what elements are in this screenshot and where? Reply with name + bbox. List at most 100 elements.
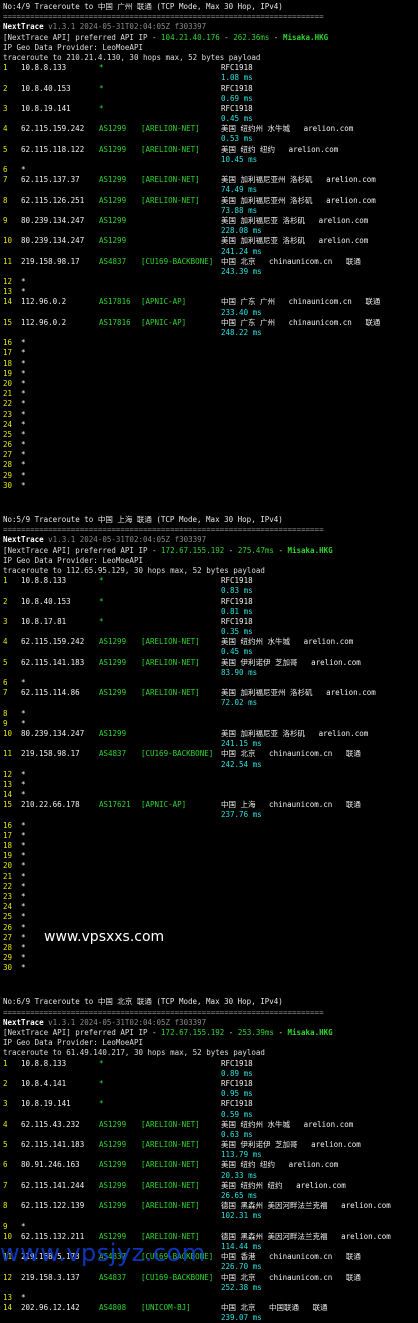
hop-latency-row: 0.83 ms — [3, 586, 415, 596]
api-info: [NextTrace API] preferred API IP - 104.2… — [3, 33, 328, 43]
hop-ip: 10.8.4.141 — [21, 1078, 67, 1088]
hop-geo: 美国 纽约州 水牛城 arelion.com — [221, 637, 354, 647]
hop-network-tag: [UNICOM-BJ] — [141, 1303, 191, 1313]
hop-latency: 10.45 ms — [221, 154, 258, 164]
api-line: [NextTrace API] preferred API IP - 172.6… — [3, 1028, 415, 1038]
hop-row: 8 62.115.122.139 AS1299 [ARELION-NET] 德国 黑森州… — [3, 1201, 415, 1211]
hop-geo: 美国 加利福尼亚州 洛杉矶 arelion.com — [221, 195, 376, 205]
nexttrace-version: v1.3.1 2024-05-31T02:04:05Z f303397 — [48, 22, 207, 32]
hop-network-tag: [ARELION-NET] — [141, 1119, 200, 1129]
hop-row: 14 * — [3, 790, 415, 800]
hop-geo: 美国 纽约 纽约 arelion.com — [221, 1160, 339, 1170]
hop-geo: RFC1918 — [221, 576, 253, 586]
trace-title-line: No:5/9 Traceroute to 中国 上海 联通 (TCP Mode,… — [3, 515, 415, 525]
hop-latency: 26.65 ms — [221, 1191, 258, 1200]
hop-latency: 233.40 ms — [221, 307, 262, 317]
hop-ip: 62.115.118.122 — [21, 144, 85, 154]
hop-ip: * — [21, 922, 26, 932]
api-dash2: - — [269, 32, 283, 42]
nexttrace-name: NextTrace — [3, 535, 44, 545]
hop-geo: 中国 北京 chinaunicom.cn 联通 — [221, 1272, 361, 1282]
hop-row: 9 80.239.134.247 AS1299 美国 加利福尼亚 洛杉矶 arelio… — [3, 216, 415, 226]
hop-row: 7 62.115.137.37 AS1299 [ARELION-NET] 美国 加利福尼… — [3, 175, 415, 185]
hop-ip: * — [21, 871, 26, 881]
api-dash: - — [219, 32, 234, 42]
trace-title-line: No:4/9 Traceroute to 中国 广州 联通 (TCP Mode,… — [3, 2, 415, 12]
hop-ip: * — [21, 881, 26, 891]
hop-latency-row: 73.88 ms — [3, 206, 415, 216]
hop-row: 12 * — [3, 770, 415, 780]
hop-row: 9 * — [3, 1222, 415, 1232]
hop-geo: 中国 香港 chinaunicom.cn 联通 — [221, 1252, 361, 1262]
hop-latency: 83.90 ms — [221, 667, 258, 677]
hop-number: 20 — [3, 378, 13, 388]
hop-latency: 74.49 ms — [221, 185, 258, 195]
hop-row: 16 * — [3, 338, 415, 348]
hop-geo: 中国 广东 广州 chinaunicom.cn 联通 — [221, 297, 381, 307]
hop-ip: 10.8.17.81 — [21, 616, 67, 626]
hop-row: 2 10.8.40.153 * RFC1918 — [3, 597, 415, 607]
hop-number: 6 — [3, 1160, 8, 1170]
hop-ip: 80.239.134.247 — [21, 236, 85, 246]
hop-number: 17 — [3, 830, 13, 840]
hop-row: 23 * — [3, 892, 415, 902]
hop-row: 22 * — [3, 882, 415, 892]
nexttrace-version: v1.3.1 2024-05-31T02:04:05Z f303397 — [48, 1017, 207, 1027]
hop-ip: 10.8.8.133 — [21, 63, 67, 73]
hop-latency-row: 0.35 ms — [3, 627, 415, 637]
hop-number: 9 — [3, 215, 8, 225]
hop-asn: * — [99, 1099, 104, 1109]
hop-number: 3 — [3, 103, 8, 113]
hop-network-tag: [APNIC-AP] — [141, 297, 187, 307]
api-dash2: - — [273, 545, 288, 555]
hop-ip: * — [21, 769, 26, 779]
hop-asn: AS1299 — [99, 175, 127, 185]
hop-number: 19 — [3, 368, 13, 378]
trace-title: No:5/9 Traceroute to 中国 上海 联通 (TCP Mode,… — [3, 515, 283, 524]
hop-number: 28 — [3, 942, 13, 952]
hop-ip: 210.22.66.178 — [21, 800, 80, 810]
hop-latency-row: 72.02 ms — [3, 698, 415, 708]
hop-geo: RFC1918 — [221, 83, 253, 93]
hop-geo: 美国 加利福尼亚 洛杉矶 arelion.com — [221, 236, 369, 246]
hop-ip: * — [21, 165, 26, 174]
hop-row: 25 * — [3, 912, 415, 922]
api-info: [NextTrace API] preferred API IP - 172.6… — [3, 546, 333, 556]
hop-geo: 德国 黑森州 美因河畔法兰克福 arelion.com — [221, 1231, 391, 1241]
hop-latency-row: 20.33 ms — [3, 1171, 415, 1181]
hop-ip: * — [21, 358, 26, 368]
separator-line: ========================================… — [3, 12, 415, 22]
hop-latency-row: 0.59 ms — [3, 1110, 415, 1120]
nexttrace-name: NextTrace — [3, 1017, 44, 1027]
hop-geo: 美国 加利福尼亚州 洛杉矶 arelion.com — [221, 175, 376, 185]
hop-row: 13 * — [3, 1293, 415, 1303]
watermark-small: www.vpsxxs.com — [44, 929, 165, 945]
hop-number: 2 — [3, 596, 8, 606]
hop-latency-row: 0.95 ms — [3, 1089, 415, 1099]
hop-geo: 美国 纽约州 纽约 arelion.com — [221, 1180, 346, 1190]
api-line: [NextTrace API] preferred API IP - 172.6… — [3, 546, 415, 556]
hop-row: 20 * — [3, 379, 415, 389]
nexttrace-banner: NextTrace v1.3.1 2024-05-31T02:04:05Z f3… — [3, 535, 206, 545]
hop-ip: * — [21, 820, 26, 830]
hop-network-tag: [APNIC-AP] — [141, 800, 187, 810]
hop-row: 3 10.8.19.141 * RFC1918 — [3, 1099, 415, 1109]
hop-number: 16 — [3, 338, 13, 348]
hop-network-tag: [CU169-BACKBONE] — [141, 1272, 214, 1282]
terminal-output: No:4/9 Traceroute to 中国 广州 联通 (TCP Mode,… — [3, 2, 415, 1323]
hop-ip: * — [21, 718, 26, 728]
hop-ip: 62.115.122.139 — [21, 1201, 85, 1211]
hop-row: 9 * — [3, 719, 415, 729]
hop-latency: 0.89 ms — [221, 1068, 253, 1078]
hop-ip: * — [21, 779, 26, 789]
trace-title: No:6/9 Traceroute to 中国 北京 联通 (TCP Mode,… — [3, 997, 283, 1007]
hop-latency-row: 0.45 ms — [3, 114, 415, 124]
hop-latency: 0.45 ms — [221, 647, 253, 657]
hop-row: 30 * — [3, 963, 415, 973]
hop-geo: 中国 北京 chinaunicom.cn 联通 — [221, 749, 361, 759]
hop-number: 4 — [3, 124, 8, 134]
hop-latency: 0.81 ms — [221, 606, 253, 616]
hop-number: 20 — [3, 861, 13, 871]
